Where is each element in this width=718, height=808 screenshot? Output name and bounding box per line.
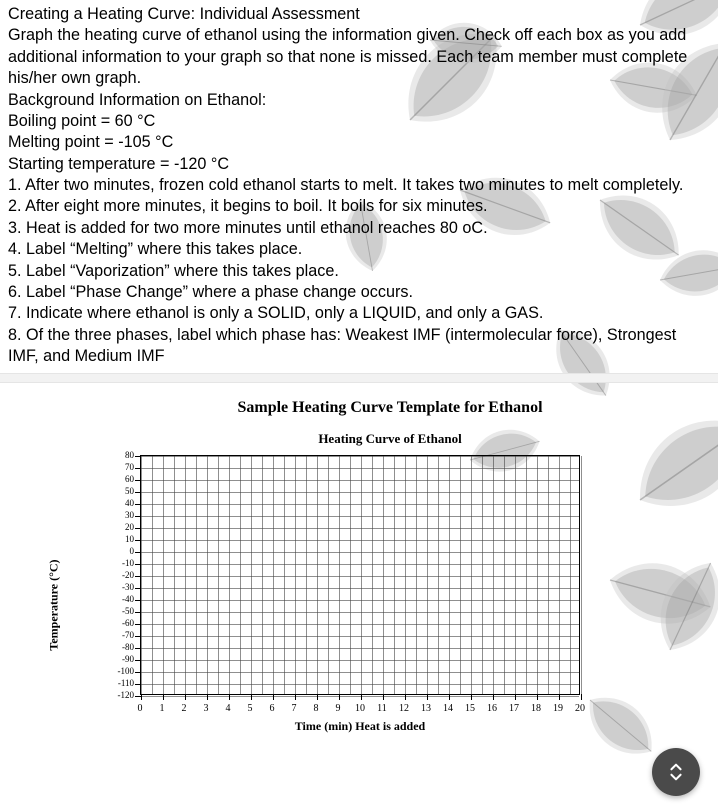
x-tick-label: 15 bbox=[465, 703, 475, 714]
page-title: Creating a Heating Curve: Individual Ass… bbox=[8, 4, 710, 25]
y-tick-label: -90 bbox=[110, 654, 134, 664]
chart-serif-title: Heating Curve of Ethanol bbox=[210, 431, 570, 447]
instructions-block: Creating a Heating Curve: Individual Ass… bbox=[0, 0, 718, 373]
x-tick-label: 20 bbox=[575, 703, 585, 714]
step-1: 1. After two minutes, frozen cold ethano… bbox=[8, 175, 710, 196]
x-axis-label: Time (min) Heat is added bbox=[295, 719, 425, 734]
y-tick-label: 60 bbox=[110, 474, 134, 484]
y-tick-label: -110 bbox=[110, 678, 134, 688]
x-tick-label: 12 bbox=[399, 703, 409, 714]
x-tick-label: 8 bbox=[314, 703, 319, 714]
x-tick-label: 5 bbox=[248, 703, 253, 714]
melting-point: Melting point = -105 °C bbox=[8, 132, 710, 153]
x-tick-label: 7 bbox=[292, 703, 297, 714]
x-tick-label: 18 bbox=[531, 703, 541, 714]
y-tick-label: 10 bbox=[110, 534, 134, 544]
y-tick-label: -80 bbox=[110, 642, 134, 652]
x-tick-label: 4 bbox=[226, 703, 231, 714]
y-tick-label: -60 bbox=[110, 618, 134, 628]
y-tick-label: 30 bbox=[110, 510, 134, 520]
x-tick-label: 10 bbox=[355, 703, 365, 714]
step-7: 7. Indicate where ethanol is only a SOLI… bbox=[8, 303, 710, 324]
y-tick-label: -100 bbox=[110, 666, 134, 676]
chevron-up-down-icon bbox=[665, 761, 687, 783]
y-tick-label: -70 bbox=[110, 630, 134, 640]
background-heading: Background Information on Ethanol: bbox=[8, 90, 710, 111]
starting-temp: Starting temperature = -120 °C bbox=[8, 154, 710, 175]
step-2: 2. After eight more minutes, it begins t… bbox=[8, 196, 710, 217]
y-tick-label: 70 bbox=[110, 462, 134, 472]
x-tick-label: 13 bbox=[421, 703, 431, 714]
x-tick-label: 19 bbox=[553, 703, 563, 714]
y-tick-label: -40 bbox=[110, 594, 134, 604]
y-tick-label: -120 bbox=[110, 690, 134, 700]
chart-section: Sample Heating Curve Template for Ethano… bbox=[0, 383, 718, 765]
x-tick-label: 17 bbox=[509, 703, 519, 714]
step-3: 3. Heat is added for two more minutes un… bbox=[8, 218, 710, 239]
x-tick-label: 1 bbox=[160, 703, 165, 714]
x-tick-label: 16 bbox=[487, 703, 497, 714]
y-tick-label: 0 bbox=[110, 546, 134, 556]
y-tick-label: 50 bbox=[110, 486, 134, 496]
plot-area bbox=[140, 455, 580, 695]
y-tick-label: -50 bbox=[110, 606, 134, 616]
chart-container: Temperature (°C) Time (min) Heat is adde… bbox=[60, 455, 620, 755]
x-tick-label: 14 bbox=[443, 703, 453, 714]
x-tick-label: 0 bbox=[138, 703, 143, 714]
section-divider bbox=[0, 373, 718, 383]
y-tick-label: 20 bbox=[110, 522, 134, 532]
x-tick-label: 6 bbox=[270, 703, 275, 714]
y-tick-label: 80 bbox=[110, 450, 134, 460]
x-tick-label: 3 bbox=[204, 703, 209, 714]
step-8: 8. Of the three phases, label which phas… bbox=[8, 325, 710, 368]
chart-script-title: Sample Heating Curve Template for Ethano… bbox=[210, 399, 570, 417]
step-6: 6. Label “Phase Change” where a phase ch… bbox=[8, 282, 710, 303]
x-tick-label: 11 bbox=[377, 703, 387, 714]
intro-paragraph: Graph the heating curve of ethanol using… bbox=[8, 25, 710, 89]
step-5: 5. Label “Vaporization” where this takes… bbox=[8, 261, 710, 282]
boiling-point: Boiling point = 60 °C bbox=[8, 111, 710, 132]
step-4: 4. Label “Melting” where this takes plac… bbox=[8, 239, 710, 260]
y-axis-label: Temperature (°C) bbox=[47, 560, 62, 651]
y-tick-label: 40 bbox=[110, 498, 134, 508]
y-tick-label: -30 bbox=[110, 582, 134, 592]
x-tick-label: 9 bbox=[336, 703, 341, 714]
y-tick-label: -20 bbox=[110, 570, 134, 580]
x-tick-label: 2 bbox=[182, 703, 187, 714]
y-tick-label: -10 bbox=[110, 558, 134, 568]
expand-collapse-button[interactable] bbox=[652, 748, 700, 796]
